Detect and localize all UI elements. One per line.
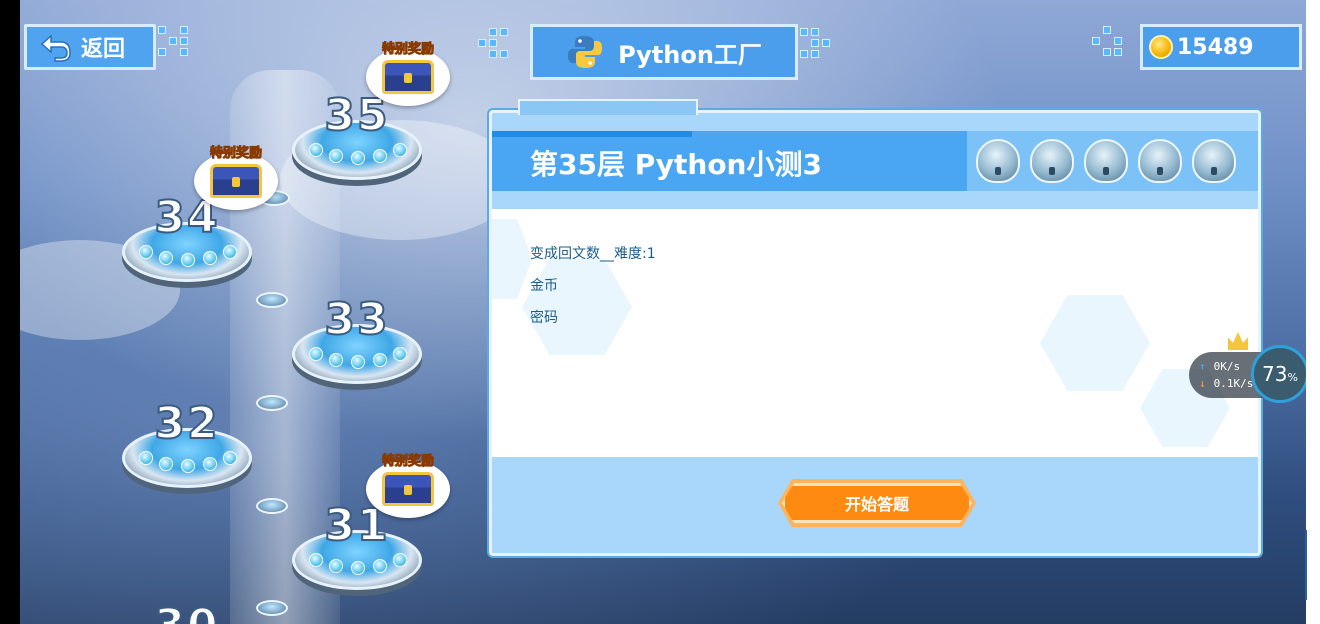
download-speed: 0.1 [1213, 377, 1234, 390]
upload-unit: K/s [1220, 360, 1241, 373]
download-unit: K/s [1233, 377, 1254, 390]
coin-value: 15489 [1177, 34, 1254, 60]
back-arrow-icon [40, 34, 71, 62]
gauge-value: 73 [1262, 362, 1288, 386]
path-stone [256, 498, 288, 514]
path-stone [256, 600, 288, 616]
level-number: 30 [122, 600, 252, 624]
scroll-indicator [1305, 530, 1307, 600]
special-reward-31[interactable]: 特别奖励 [366, 450, 450, 518]
bell-icon [1084, 139, 1128, 183]
special-reward-34[interactable]: 特别奖励 [194, 142, 278, 210]
bell-icon [976, 139, 1020, 183]
panel-body: 变成回文数__难度:1 金币 密码 [492, 209, 1258, 457]
python-logo-icon [568, 36, 603, 68]
memory-gauge[interactable]: 73% [1251, 345, 1309, 403]
panel-tab [518, 99, 698, 115]
reward-tag: 特别奖励 [381, 454, 434, 470]
decor-squares [1092, 26, 1122, 56]
coin-icon [1149, 35, 1173, 59]
coin-reward-label: 金币 [530, 278, 558, 294]
stage-title-bar: Python工厂 [530, 24, 798, 80]
bell-icon [1030, 139, 1074, 183]
decor-squares [478, 28, 508, 58]
level-number: 33 [323, 293, 390, 346]
back-label: 返回 [81, 37, 126, 62]
password-label: 密码 [530, 310, 558, 326]
level-node-32[interactable]: 32 [122, 397, 252, 488]
screen-edge [1306, 0, 1320, 624]
level-number: 32 [153, 397, 220, 450]
level-node-30[interactable]: 30 [122, 600, 252, 624]
reward-tag: 特别奖励 [209, 146, 262, 162]
download-arrow-icon: ↓ [1199, 377, 1206, 390]
decor-squares [158, 26, 188, 56]
treasure-chest-icon [382, 472, 434, 506]
quiz-description: 变成回文数__难度:1 [530, 246, 656, 262]
treasure-chest-icon [382, 60, 434, 94]
path-stone [256, 292, 288, 308]
coin-counter: 15489 [1140, 24, 1302, 70]
bell-icon [1192, 139, 1236, 183]
back-button[interactable]: 返回 [24, 24, 156, 70]
special-reward-35[interactable]: 特别奖励 [366, 38, 450, 106]
level-node-33[interactable]: 33 [292, 293, 422, 384]
panel-title: 第35层 Python小测3 [530, 148, 822, 181]
level-detail-panel: 第35层 Python小测3 变成回文数__难度:1 金币 密码 开始答题 [489, 99, 1261, 556]
decor-squares [800, 28, 830, 58]
gauge-unit: % [1287, 370, 1298, 384]
treasure-chest-icon [210, 164, 262, 198]
panel-header: 第35层 Python小测3 [492, 131, 1258, 191]
start-quiz-button[interactable]: 开始答题 [782, 483, 972, 523]
reward-tag: 特别奖励 [381, 42, 434, 58]
upload-arrow-icon: ↑ [1199, 360, 1206, 373]
stage-title: Python工厂 [618, 40, 762, 69]
path-stone [256, 395, 288, 411]
bell-rating [976, 139, 1236, 183]
bell-icon [1138, 139, 1182, 183]
